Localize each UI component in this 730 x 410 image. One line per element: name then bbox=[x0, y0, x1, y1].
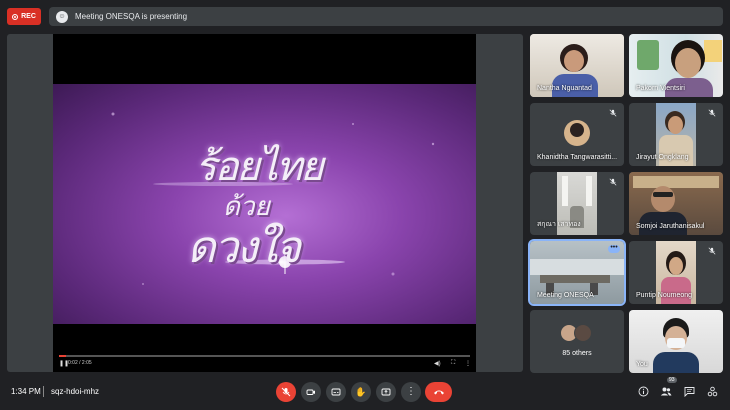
camera-icon bbox=[306, 389, 315, 395]
video-progress-fill bbox=[59, 355, 66, 357]
participant-name: Meeting ONESQA bbox=[537, 292, 594, 299]
meeting-code: sqz-hdoi-mhz bbox=[51, 387, 100, 396]
video-title-art: ร้อยไทย ด้วย ดวงใจ bbox=[183, 124, 363, 294]
participant-glasses bbox=[653, 192, 673, 197]
participant-name: Khanidtha Tangwarasitti... bbox=[537, 154, 618, 161]
more-options-button[interactable]: ⋮ bbox=[401, 382, 421, 402]
mic-off-icon bbox=[708, 109, 716, 117]
participant-tile[interactable]: Puntip Noumeong bbox=[629, 241, 723, 304]
chat-icon[interactable] bbox=[682, 384, 696, 398]
people-count-badge: 93 bbox=[667, 377, 677, 383]
participant-tile[interactable]: Jirayut Ongklang bbox=[629, 103, 723, 166]
leave-call-button[interactable] bbox=[425, 382, 452, 402]
participant-name: Somjoi Jaruthanisakul bbox=[636, 223, 705, 230]
video-time: 0:02 / 2:05 bbox=[68, 360, 92, 366]
volume-icon[interactable]: ◀) bbox=[434, 360, 441, 367]
participant-face bbox=[564, 50, 584, 72]
participant-body bbox=[659, 135, 693, 166]
recording-badge: REC bbox=[7, 8, 41, 25]
video-progress-bar[interactable] bbox=[59, 355, 470, 357]
rec-label: REC bbox=[21, 13, 36, 20]
participant-tile[interactable]: สกุณา เสาทอง bbox=[530, 172, 624, 235]
presenting-text: Meeting ONESQA is presenting bbox=[75, 12, 188, 21]
activities-icon[interactable] bbox=[705, 384, 719, 398]
presenter-avatar-icon: ☺ bbox=[56, 10, 68, 23]
camera-toggle-button[interactable] bbox=[301, 382, 321, 402]
end-call-icon bbox=[433, 390, 444, 395]
present-screen-icon bbox=[381, 388, 391, 396]
background-poster bbox=[637, 40, 659, 70]
participant-name: Jirayut Ongklang bbox=[636, 154, 689, 161]
background-poster bbox=[704, 40, 722, 62]
participant-face bbox=[651, 186, 675, 212]
presented-video[interactable]: ร้อยไทย ด้วย ดวงใจ ❚❚ 0:02 / 2:05 ◀) ⛶ ⋮ bbox=[53, 34, 476, 372]
top-bar: REC ☺ Meeting ONESQA is presenting bbox=[0, 0, 730, 32]
participant-name: Pakorn Vientsiri bbox=[636, 85, 685, 92]
title-line-3: ดวงใจ bbox=[187, 222, 301, 273]
participant-tile[interactable]: Khanidtha Tangwarasitti... bbox=[530, 103, 624, 166]
video-frame: ร้อยไทย ด้วย ดวงใจ bbox=[53, 84, 476, 324]
participant-tile[interactable]: Nantha Nguantad bbox=[530, 34, 624, 97]
meeting-details-icon[interactable] bbox=[636, 384, 650, 398]
participant-name: You bbox=[636, 361, 648, 368]
tile-more-options-icon[interactable]: ••• bbox=[608, 244, 620, 253]
participant-avatar bbox=[574, 324, 592, 342]
mic-off-icon bbox=[281, 387, 291, 397]
clock: 1:34 PM bbox=[11, 387, 41, 396]
present-button[interactable] bbox=[376, 382, 396, 402]
video-more-icon[interactable]: ⋮ bbox=[465, 360, 471, 367]
participant-body bbox=[653, 352, 699, 373]
people-icon[interactable] bbox=[659, 384, 673, 398]
background-window bbox=[562, 176, 568, 206]
mic-off-icon bbox=[609, 178, 617, 186]
record-icon bbox=[12, 13, 19, 20]
divider bbox=[43, 386, 44, 397]
participant-mask bbox=[667, 338, 685, 348]
mic-toggle-button[interactable] bbox=[276, 382, 296, 402]
video-controls: ❚❚ 0:02 / 2:05 ◀) ⛶ ⋮ bbox=[53, 352, 476, 372]
participant-name: Puntip Noumeong bbox=[636, 292, 693, 299]
raise-hand-button[interactable]: ✋ bbox=[351, 382, 371, 402]
participant-tile[interactable]: Somjoi Jaruthanisakul bbox=[629, 172, 723, 235]
fullscreen-icon[interactable]: ⛶ bbox=[451, 360, 455, 367]
participant-name: Nantha Nguantad bbox=[537, 85, 592, 92]
mic-off-icon bbox=[609, 109, 617, 117]
mic-off-icon bbox=[708, 247, 716, 255]
presenting-banner: ☺ Meeting ONESQA is presenting bbox=[49, 7, 723, 26]
participant-tile-pinned[interactable]: ••• Meeting ONESQA bbox=[528, 239, 626, 306]
more-vert-icon: ⋮ bbox=[406, 386, 416, 397]
background-table bbox=[540, 275, 610, 283]
participant-face bbox=[668, 116, 683, 134]
participant-face bbox=[669, 257, 683, 275]
hand-icon: ✋ bbox=[355, 386, 367, 397]
bottom-bar: 1:34 PM sqz-hdoi-mhz ✋ ⋮ 93 bbox=[0, 374, 730, 410]
background-window bbox=[586, 176, 592, 206]
participant-body bbox=[661, 277, 691, 304]
background-shelf bbox=[633, 176, 719, 188]
participant-face bbox=[675, 48, 701, 78]
captions-button[interactable] bbox=[326, 382, 346, 402]
participant-avatar-photo bbox=[570, 123, 584, 137]
participant-tile[interactable]: Pakorn Vientsiri bbox=[629, 34, 723, 97]
self-tile[interactable]: You bbox=[629, 310, 723, 373]
others-tile[interactable]: 85 others bbox=[530, 310, 624, 373]
background-wall bbox=[530, 259, 624, 275]
captions-icon bbox=[331, 388, 341, 396]
participant-name: สกุณา เสาทอง bbox=[537, 221, 581, 228]
others-count: 85 others bbox=[562, 350, 592, 357]
